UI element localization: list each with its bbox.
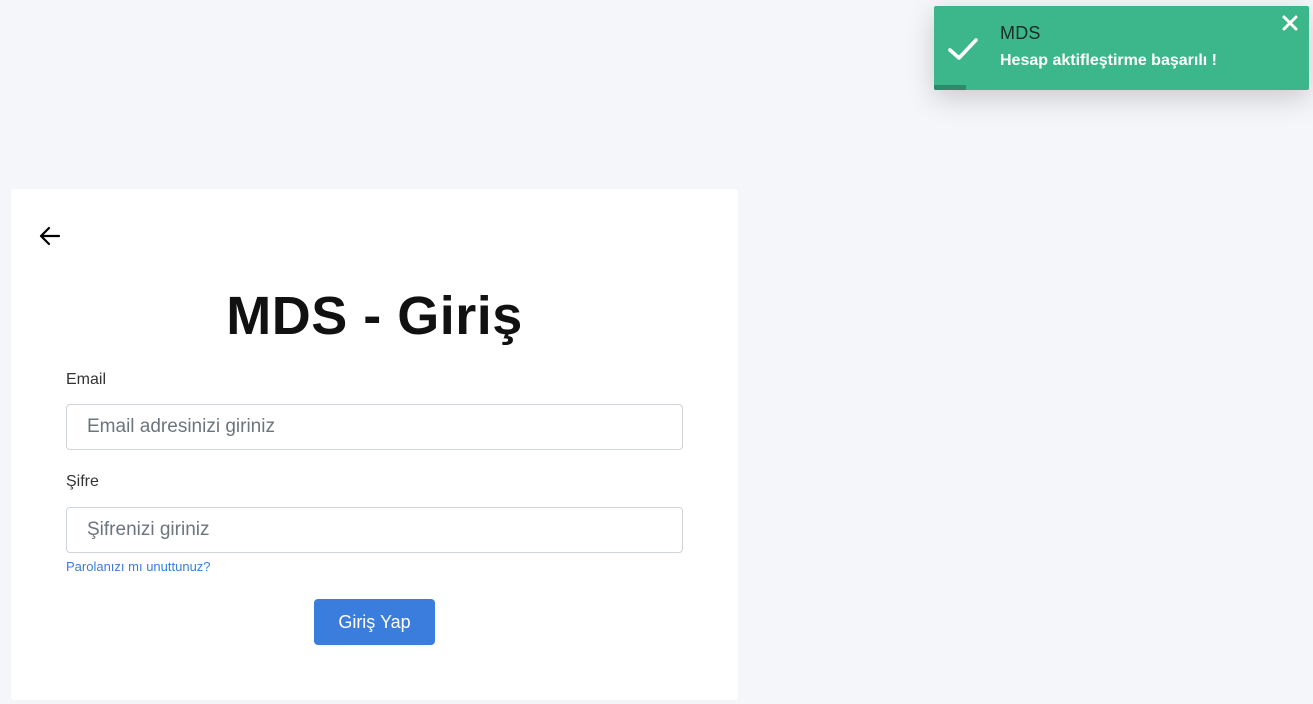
page: MDS Hesap aktifleştirme başarılı ! MDS -… xyxy=(0,0,1313,704)
password-label: Şifre xyxy=(66,473,99,490)
check-icon xyxy=(948,38,978,60)
success-toast: MDS Hesap aktifleştirme başarılı ! xyxy=(934,6,1309,90)
login-button[interactable]: Giriş Yap xyxy=(314,599,435,645)
page-title: MDS - Giriş xyxy=(226,286,523,346)
forgot-password-link[interactable]: Parolanızı mı unuttunuz? xyxy=(66,559,211,574)
email-label: Email xyxy=(66,371,107,388)
login-card: MDS - Giriş Email Şifre Parolanızı mı un… xyxy=(11,189,738,700)
toast-title: MDS xyxy=(1000,23,1041,43)
email-input[interactable] xyxy=(66,404,683,450)
password-input[interactable] xyxy=(66,507,683,553)
back-button[interactable] xyxy=(37,223,63,249)
arrow-left-icon xyxy=(39,226,61,246)
toast-progress-bar xyxy=(934,85,966,90)
close-icon[interactable] xyxy=(1281,14,1299,32)
toast-message: Hesap aktifleştirme başarılı ! xyxy=(1000,52,1217,69)
